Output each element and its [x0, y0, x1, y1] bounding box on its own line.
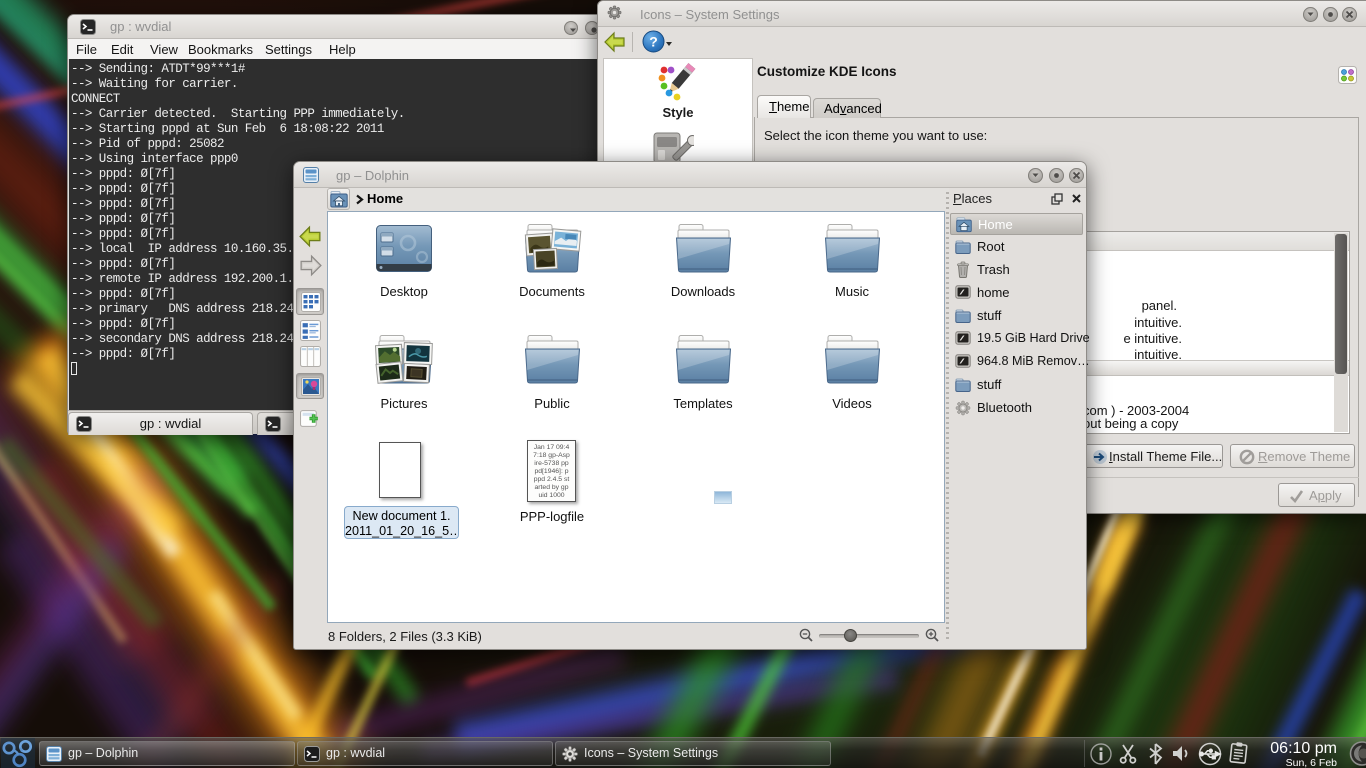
- svg-text:?: ?: [649, 34, 658, 50]
